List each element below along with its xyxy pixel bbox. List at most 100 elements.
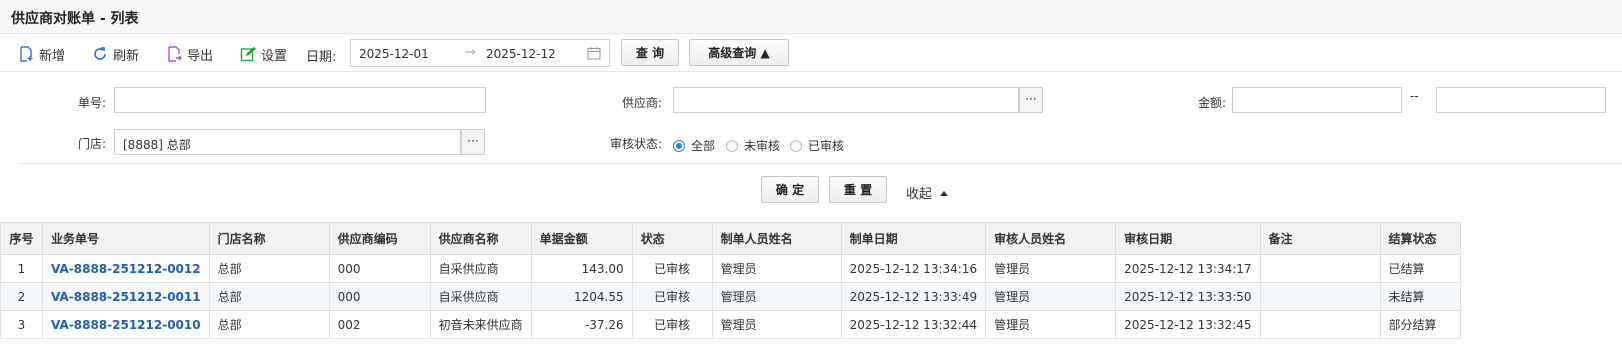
amount-cell: 143.00: [530, 254, 633, 283]
column-header[interactable]: 结算状态: [1379, 222, 1461, 255]
add-button[interactable]: 新增: [18, 44, 65, 64]
refresh-button[interactable]: 刷新: [92, 44, 139, 64]
supplier-name-cell: 自采供应商: [429, 282, 532, 311]
advanced-query-button[interactable]: 高级查询 ▲: [689, 39, 789, 66]
new-file-icon: [20, 46, 33, 62]
amount-range-separator: --: [1410, 89, 1419, 103]
amount-cell: 1204.55: [530, 282, 633, 311]
column-header[interactable]: 序号: [0, 222, 43, 255]
row-index: 3: [0, 310, 43, 339]
filter-divider: [20, 163, 1622, 164]
store-name-cell: 总部: [208, 254, 330, 283]
column-header[interactable]: 门店名称: [208, 222, 330, 255]
supplier-label: 供应商:: [621, 96, 662, 110]
date-range-arrow: →: [465, 45, 476, 60]
audit-radio-unaudited-label: 未审核: [744, 139, 781, 153]
date-from[interactable]: 2025-12-01: [359, 47, 429, 61]
export-icon: [168, 46, 182, 62]
amount-cell: -37.26: [530, 310, 633, 339]
add-button-label: 新增: [39, 48, 66, 64]
date-label: 日期:: [306, 50, 337, 65]
edit-settings-icon: [240, 47, 256, 62]
calendar-icon[interactable]: [587, 46, 601, 60]
column-header[interactable]: 审核人员姓名: [985, 222, 1117, 255]
supplier-code-cell: 000: [328, 254, 431, 283]
column-header[interactable]: 供应商编码: [328, 222, 431, 255]
column-header[interactable]: 业务单号: [42, 222, 210, 255]
creator-cell: 管理员: [711, 310, 842, 339]
auditor-cell: 管理员: [985, 282, 1117, 311]
audit-date-cell: 2025-12-12 13:32:45: [1115, 310, 1261, 339]
order-no-link[interactable]: VA-8888-251212-0011: [42, 282, 210, 311]
radio-unselected-icon: [726, 139, 738, 152]
audit-radio-unaudited[interactable]: 未审核: [726, 137, 780, 154]
row-index: 2: [0, 282, 43, 311]
page-title: 供应商对账单 - 列表: [11, 11, 139, 27]
reset-button[interactable]: 重 置: [829, 176, 887, 203]
column-header[interactable]: 供应商名称: [429, 222, 532, 255]
store-picker-button[interactable]: ···: [461, 129, 485, 155]
auditor-cell: 管理员: [985, 254, 1117, 283]
audit-radio-all[interactable]: 全部: [673, 137, 715, 154]
store-input[interactable]: [8888] 总部: [114, 129, 461, 155]
store-name-cell: 总部: [208, 310, 330, 339]
date-to[interactable]: 2025-12-12: [486, 47, 556, 61]
amount-label: 金额:: [1197, 96, 1226, 110]
export-button[interactable]: 导出: [166, 44, 213, 64]
order-no-link[interactable]: VA-8888-251212-0012: [42, 254, 210, 283]
remark-cell: [1259, 282, 1381, 311]
caret-up-icon: [940, 190, 949, 196]
status-cell: 已审核: [631, 310, 713, 339]
settings-button-label: 设置: [261, 48, 288, 64]
radio-selected-icon: [673, 139, 685, 152]
table-row[interactable]: 2 VA-8888-251212-0011 总部 000 自采供应商 1204.…: [0, 282, 1461, 311]
table-row[interactable]: 3 VA-8888-251212-0010 总部 002 初音未来供应商 -37…: [0, 310, 1461, 339]
statement-table: 序号 业务单号 门店名称 供应商编码 供应商名称 单据金额 状态 制单人员姓名 …: [0, 222, 1461, 339]
confirm-button[interactable]: 确 定: [761, 176, 819, 203]
radio-unselected-icon: [790, 139, 802, 152]
table-row[interactable]: 1 VA-8888-251212-0012 总部 000 自采供应商 143.0…: [0, 254, 1461, 283]
audit-radio-audited-label: 已审核: [808, 139, 845, 153]
amount-to-input[interactable]: [1436, 87, 1606, 113]
audit-radio-all-label: 全部: [691, 139, 716, 153]
audit-date-cell: 2025-12-12 13:33:50: [1115, 282, 1261, 311]
supplier-picker-button[interactable]: ···: [1019, 87, 1043, 113]
creator-cell: 管理员: [711, 282, 842, 311]
store-name-cell: 总部: [208, 282, 330, 311]
query-button[interactable]: 查 询: [621, 39, 679, 66]
supplier-code-cell: 000: [328, 282, 431, 311]
create-date-cell: 2025-12-12 13:32:44: [840, 310, 987, 339]
order-no-input[interactable]: [114, 87, 486, 113]
refresh-button-label: 刷新: [113, 48, 140, 64]
remark-cell: [1259, 254, 1381, 283]
column-header[interactable]: 状态: [631, 222, 713, 255]
store-label: 门店:: [77, 137, 106, 151]
column-header[interactable]: 制单人员姓名: [711, 222, 842, 255]
audit-radio-audited[interactable]: 已审核: [790, 137, 844, 154]
audit-status-label: 审核状态:: [609, 137, 662, 151]
table-header-row: 序号 业务单号 门店名称 供应商编码 供应商名称 单据金额 状态 制单人员姓名 …: [0, 222, 1461, 255]
order-no-link[interactable]: VA-8888-251212-0010: [42, 310, 210, 339]
date-range-picker[interactable]: 2025-12-01 → 2025-12-12: [350, 39, 610, 67]
settings-button[interactable]: 设置: [240, 44, 287, 64]
export-button-label: 导出: [187, 48, 214, 64]
column-header[interactable]: 备注: [1259, 222, 1381, 255]
column-header[interactable]: 单据金额: [530, 222, 633, 255]
column-header[interactable]: 制单日期: [840, 222, 987, 255]
settlement-status-cell: 未结算: [1379, 282, 1461, 311]
settlement-status-cell: 已结算: [1379, 254, 1461, 283]
collapse-toggle[interactable]: 收起: [906, 183, 949, 202]
amount-from-input[interactable]: [1232, 87, 1402, 113]
remark-cell: [1259, 310, 1381, 339]
settlement-status-cell: 部分结算: [1379, 310, 1461, 339]
toolbar: 新增 刷新 导出 设置 日期: 2025-12-01 → 2025-12-12 …: [0, 34, 1622, 72]
refresh-icon: [94, 47, 106, 60]
collapse-label: 收起: [906, 187, 933, 202]
supplier-input[interactable]: [673, 87, 1019, 113]
create-date-cell: 2025-12-12 13:33:49: [840, 282, 987, 311]
auditor-cell: 管理员: [985, 310, 1117, 339]
audit-date-cell: 2025-12-12 13:34:17: [1115, 254, 1261, 283]
column-header[interactable]: 审核日期: [1115, 222, 1261, 255]
create-date-cell: 2025-12-12 13:34:16: [840, 254, 987, 283]
status-cell: 已审核: [631, 254, 713, 283]
